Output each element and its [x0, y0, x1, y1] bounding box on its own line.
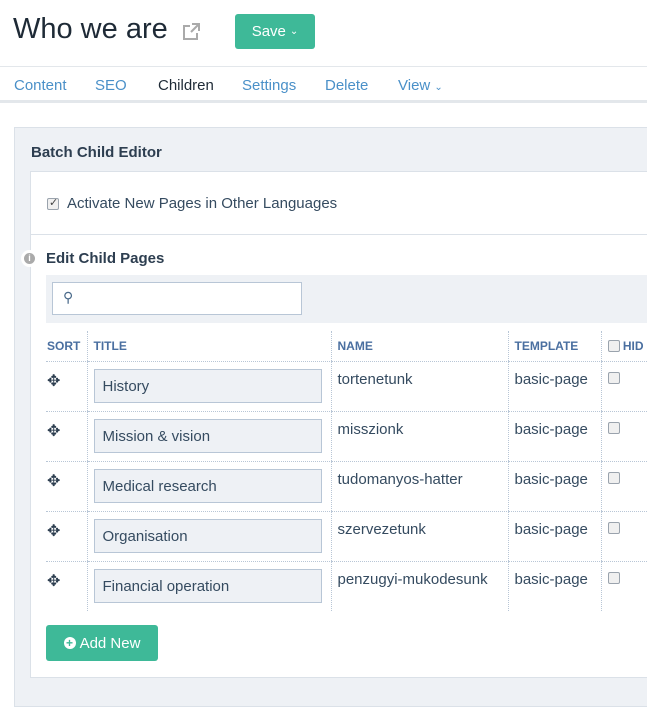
tab-view-label: View: [398, 77, 431, 94]
table-row: ✥ Mission & vision misszionk basic-page: [46, 411, 647, 462]
header-template: TEMPLATE: [507, 331, 601, 362]
header-hidden: HID: [600, 331, 647, 362]
hidden-checkbox[interactable]: [607, 521, 620, 534]
tab-children[interactable]: Children: [158, 77, 214, 94]
table-row: ✥ Medical research tudomanyos-hatter bas…: [46, 461, 647, 512]
chevron-down-icon: ⌄: [434, 82, 443, 93]
name-cell: tudomanyos-hatter: [330, 461, 508, 512]
title-input[interactable]: Mission & vision: [93, 418, 322, 453]
template-cell: basic-page: [507, 461, 601, 512]
drag-handle-icon[interactable]: ✥: [47, 573, 60, 590]
header-sort: SORT: [46, 331, 87, 362]
info-icon[interactable]: i: [21, 250, 38, 267]
template-cell: basic-page: [507, 511, 601, 562]
table-row: ✥ Financial operation penzugyi-mukodesun…: [46, 561, 647, 611]
save-label: Save: [251, 23, 286, 40]
chevron-down-icon: ⌄: [289, 26, 299, 37]
hidden-checkbox[interactable]: [607, 371, 620, 384]
header-hidden-label: HID: [622, 338, 644, 353]
name-cell: szervezetunk: [330, 511, 508, 562]
external-link-icon[interactable]: [181, 22, 201, 42]
drag-handle-icon[interactable]: ✥: [47, 523, 60, 540]
drag-handle-icon[interactable]: ✥: [47, 473, 60, 490]
title-input[interactable]: History: [93, 368, 322, 403]
hidden-checkbox[interactable]: [607, 571, 620, 584]
tab-bar: Content SEO Children Settings Delete Vie…: [0, 66, 647, 103]
section-title: Edit Child Pages: [46, 250, 165, 267]
activate-languages-label: Activate New Pages in Other Languages: [67, 195, 338, 212]
drag-handle-icon[interactable]: ✥: [47, 423, 60, 440]
tab-content[interactable]: Content: [14, 77, 67, 94]
child-pages-table: SORT TITLE NAME TEMPLATE HID ✥ History t…: [46, 331, 647, 611]
hide-all-checkbox[interactable]: [607, 339, 620, 352]
activate-languages-checkbox[interactable]: [47, 196, 59, 210]
name-cell: misszionk: [330, 411, 508, 462]
panel-body: Activate New Pages in Other Languages i …: [21, 171, 647, 678]
table-row: ✥ Organisation szervezetunk basic-page: [46, 511, 647, 562]
plus-circle-icon: +: [63, 637, 76, 649]
panel-title: Batch Child Editor: [31, 144, 162, 161]
tab-seo[interactable]: SEO: [95, 77, 127, 94]
title-input[interactable]: Organisation: [93, 518, 322, 553]
hidden-checkbox[interactable]: [607, 421, 620, 434]
tab-view[interactable]: View ⌄: [398, 77, 443, 94]
header-name: NAME: [330, 331, 508, 362]
name-cell: tortenetunk: [330, 361, 508, 412]
tab-delete[interactable]: Delete: [325, 77, 368, 94]
template-cell: basic-page: [507, 411, 601, 462]
search-icon: ⚲: [63, 289, 74, 305]
divider: [31, 234, 647, 235]
hidden-checkbox[interactable]: [607, 471, 620, 484]
table-header: SORT TITLE NAME TEMPLATE HID: [46, 331, 647, 362]
add-new-button[interactable]: + Add New: [46, 625, 158, 661]
activate-languages-option[interactable]: Activate New Pages in Other Languages: [47, 195, 337, 212]
title-input[interactable]: Medical research: [93, 468, 322, 503]
add-new-label: Add New: [79, 634, 141, 652]
drag-handle-icon[interactable]: ✥: [47, 373, 60, 390]
table-row: ✥ History tortenetunk basic-page: [46, 361, 647, 412]
header-title: TITLE: [86, 331, 331, 362]
template-cell: basic-page: [507, 561, 601, 611]
tab-settings[interactable]: Settings: [242, 77, 296, 94]
page-title: Who we are: [13, 13, 168, 45]
batch-child-editor-panel: Batch Child Editor Activate New Pages in…: [14, 127, 647, 707]
template-cell: basic-page: [507, 361, 601, 412]
search-input[interactable]: ⚲: [52, 282, 302, 315]
save-button[interactable]: Save ⌄: [235, 14, 315, 49]
name-cell: penzugyi-mukodesunk: [330, 561, 508, 611]
search-bar: ⚲: [46, 275, 647, 323]
title-input[interactable]: Financial operation: [93, 568, 322, 603]
